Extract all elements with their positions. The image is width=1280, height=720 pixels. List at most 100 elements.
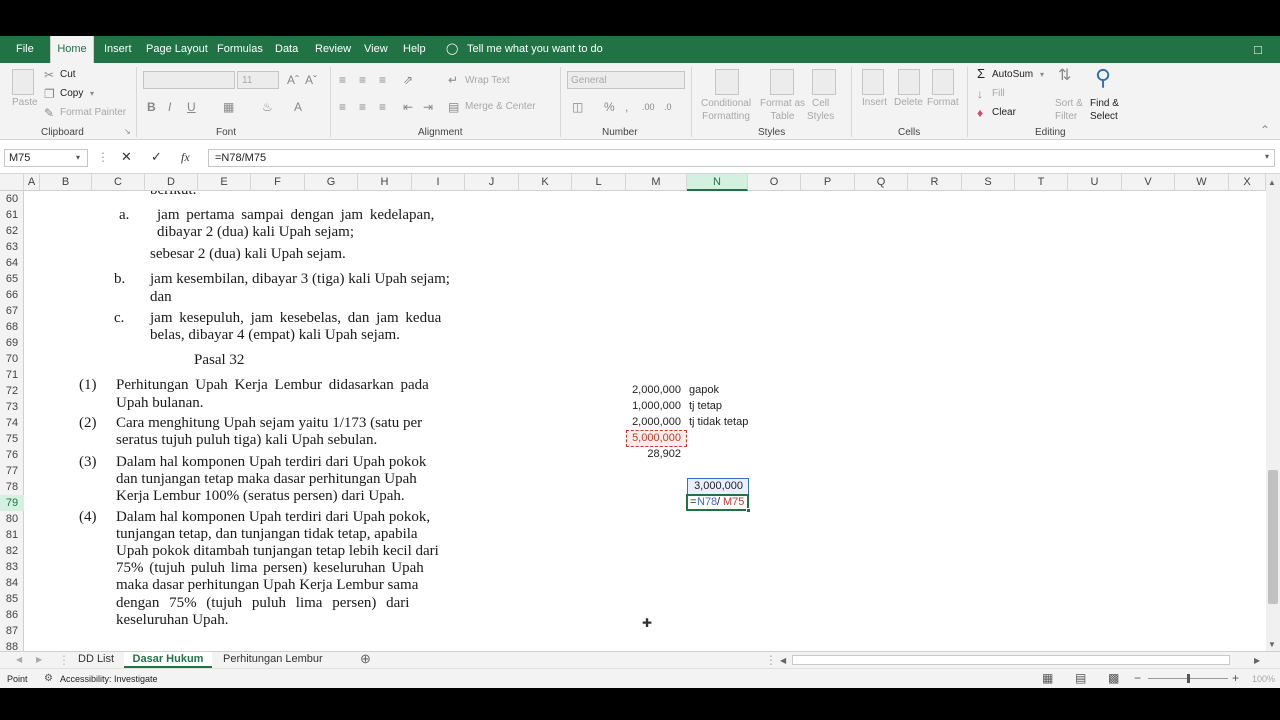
dialog-launcher-icon[interactable]: ↘	[124, 125, 131, 139]
zoom-out-icon[interactable]: −	[1134, 671, 1141, 685]
column-header[interactable]: A	[24, 174, 40, 191]
wrap-text-button[interactable]: Wrap Text	[465, 75, 510, 86]
cell-M72[interactable]: 2,000,000	[621, 384, 681, 396]
borders-icon[interactable]: ▦	[223, 100, 234, 114]
zoom-in-icon[interactable]: +	[1232, 671, 1239, 685]
row-header[interactable]: 86	[0, 607, 24, 623]
column-header[interactable]: W	[1175, 174, 1229, 191]
tab-home[interactable]: Home	[50, 36, 94, 63]
prev-sheet-icon[interactable]: ◀	[16, 653, 22, 667]
row-header[interactable]: 76	[0, 447, 24, 463]
zoom-slider-thumb[interactable]	[1187, 674, 1190, 683]
row-header[interactable]: 70	[0, 351, 24, 367]
row-header[interactable]: 65	[0, 271, 24, 287]
align-middle-icon[interactable]: ≡	[359, 73, 366, 87]
tab-page-layout[interactable]: Page Layout	[146, 36, 208, 63]
delete-cells-button[interactable]: Delete	[894, 97, 923, 108]
cell-M73[interactable]: 1,000,000	[621, 400, 681, 412]
align-bottom-icon[interactable]: ≡	[379, 73, 386, 87]
increase-indent-icon[interactable]: ⇥	[423, 100, 433, 114]
column-header[interactable]: S	[962, 174, 1015, 191]
copy-button[interactable]: Copy	[60, 88, 83, 99]
column-header[interactable]: K	[519, 174, 572, 191]
fill-handle[interactable]	[746, 508, 751, 513]
underline-icon[interactable]: U	[187, 100, 196, 114]
cell-N73[interactable]: tj tetap	[689, 400, 722, 412]
row-header[interactable]: 77	[0, 463, 24, 479]
row-header[interactable]: 72	[0, 383, 24, 399]
column-header[interactable]: C	[92, 174, 145, 191]
row-header[interactable]: 61	[0, 207, 24, 223]
column-header[interactable]: U	[1068, 174, 1122, 191]
row-header[interactable]: 75	[0, 431, 24, 447]
clear-button[interactable]: Clear	[992, 107, 1016, 118]
shrink-font-icon[interactable]: Aˇ	[305, 73, 317, 87]
tab-view[interactable]: View	[364, 36, 388, 63]
align-left-icon[interactable]: ≡	[339, 100, 346, 114]
column-header[interactable]: L	[572, 174, 626, 191]
normal-view-icon[interactable]: ▦	[1042, 671, 1053, 685]
row-header[interactable]: 63	[0, 239, 24, 255]
row-header[interactable]: 85	[0, 591, 24, 607]
enter-check-icon[interactable]: ✓	[151, 150, 162, 164]
row-header[interactable]: 68	[0, 319, 24, 335]
accessibility-status[interactable]: Accessibility: Investigate	[60, 674, 158, 684]
column-header[interactable]: O	[748, 174, 801, 191]
row-header-selected[interactable]: 79	[0, 495, 24, 511]
row-header[interactable]: 60	[0, 191, 24, 207]
percent-icon[interactable]: %	[604, 100, 615, 114]
decrease-indent-icon[interactable]: ⇤	[403, 100, 413, 114]
column-header[interactable]: B	[40, 174, 92, 191]
autosum-button[interactable]: AutoSum	[992, 69, 1033, 80]
scroll-up-icon[interactable]: ▲	[1268, 176, 1276, 190]
number-format-select[interactable]: General	[567, 71, 685, 89]
currency-icon[interactable]: ◫	[572, 100, 583, 114]
zoom-level[interactable]: 100%	[1252, 674, 1275, 684]
scrollbar-thumb[interactable]	[1268, 470, 1278, 604]
cell-N72[interactable]: gapok	[689, 384, 719, 396]
row-header[interactable]: 82	[0, 543, 24, 559]
align-center-icon[interactable]: ≡	[359, 100, 366, 114]
pasted-document-image[interactable]: berikut: a. jam pertama sampai dengan ja…	[24, 191, 544, 651]
column-header[interactable]: X	[1229, 174, 1266, 191]
row-header[interactable]: 87	[0, 623, 24, 639]
format-cells-button[interactable]: Format	[927, 97, 959, 108]
paste-button[interactable]: Paste	[12, 97, 38, 108]
scroll-left-icon[interactable]: ◀	[780, 654, 786, 668]
column-header[interactable]: Q	[855, 174, 908, 191]
row-header[interactable]: 62	[0, 223, 24, 239]
column-header[interactable]: M	[626, 174, 687, 191]
column-header[interactable]: I	[412, 174, 465, 191]
insert-function-icon[interactable]: fx	[181, 150, 190, 164]
fill-button[interactable]: Fill	[992, 88, 1005, 99]
bold-icon[interactable]: B	[147, 100, 156, 114]
vertical-scrollbar[interactable]: ▲ ▼	[1266, 174, 1280, 651]
font-name-field[interactable]	[143, 71, 235, 89]
tab-help[interactable]: Help	[403, 36, 426, 63]
align-right-icon[interactable]: ≡	[379, 100, 386, 114]
sheet-tab-dasar-hukum[interactable]: Dasar Hukum	[124, 652, 212, 668]
scroll-right-icon[interactable]: ▶	[1254, 654, 1260, 668]
font-color-icon[interactable]: A	[294, 100, 302, 114]
row-header[interactable]: 83	[0, 559, 24, 575]
format-painter-button[interactable]: Format Painter	[60, 107, 126, 118]
increase-decimal-icon[interactable]: .00	[642, 100, 655, 114]
expand-formula-icon[interactable]: ▾	[1265, 150, 1269, 164]
next-sheet-icon[interactable]: ▶	[36, 653, 42, 667]
collapse-ribbon-icon[interactable]: ⌃	[1260, 123, 1270, 137]
tab-review[interactable]: Review	[315, 36, 351, 63]
cancel-icon[interactable]: ✕	[121, 150, 132, 164]
sheet-tab-dd-list[interactable]: DD List	[78, 652, 114, 668]
page-layout-view-icon[interactable]: ▤	[1075, 671, 1086, 685]
reference-highlight-M75[interactable]: 5,000,000	[626, 430, 687, 447]
column-header[interactable]: G	[305, 174, 358, 191]
row-header[interactable]: 81	[0, 527, 24, 543]
column-header-selected[interactable]: N	[687, 174, 748, 191]
cell-M74[interactable]: 2,000,000	[621, 416, 681, 428]
cell-N74[interactable]: tj tidak tetap	[689, 416, 748, 428]
column-header[interactable]: J	[465, 174, 519, 191]
find-select-button[interactable]: Find & Select	[1090, 97, 1119, 123]
column-header[interactable]: V	[1122, 174, 1175, 191]
insert-cells-button[interactable]: Insert	[862, 97, 887, 108]
cell-styles-button[interactable]: Cell Styles	[807, 97, 834, 123]
